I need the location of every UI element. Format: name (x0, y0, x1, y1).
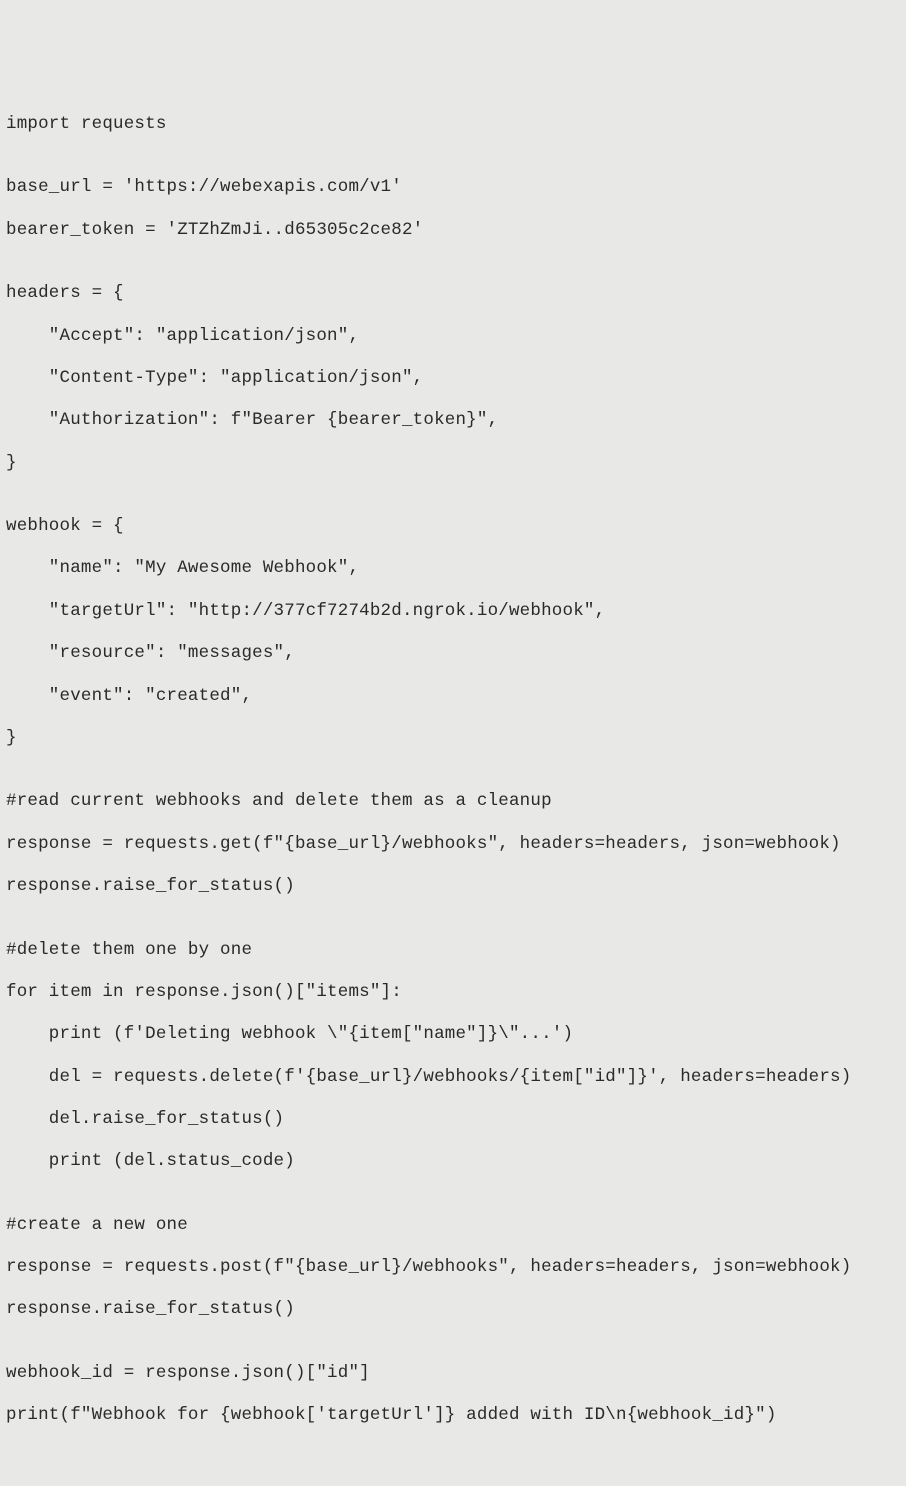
code-line: print(f"Webhook for {webhook['targetUrl'… (6, 1405, 900, 1426)
code-line: del = requests.delete(f'{base_url}/webho… (6, 1067, 900, 1088)
code-line: "targetUrl": "http://377cf7274b2d.ngrok.… (6, 601, 900, 622)
code-line: print (del.status_code) (6, 1151, 900, 1172)
code-line: print (f'Deleting webhook \"{item["name"… (6, 1024, 900, 1045)
code-line: "name": "My Awesome Webhook", (6, 558, 900, 579)
code-line: } (6, 728, 900, 749)
code-line: headers = { (6, 283, 900, 304)
code-line: webhook = { (6, 516, 900, 537)
code-line: bearer_token = 'ZTZhZmJi..d65305c2ce82' (6, 220, 900, 241)
code-line: "Content-Type": "application/json", (6, 368, 900, 389)
code-line: response = requests.get(f"{base_url}/web… (6, 834, 900, 855)
code-line: base_url = 'https://webexapis.com/v1' (6, 177, 900, 198)
code-line: response.raise_for_status() (6, 876, 900, 897)
code-line: "Accept": "application/json", (6, 326, 900, 347)
code-line: "Authorization": f"Bearer {bearer_token}… (6, 410, 900, 431)
code-line: del.raise_for_status() (6, 1109, 900, 1130)
code-line: #delete them one by one (6, 940, 900, 961)
code-line: #create a new one (6, 1215, 900, 1236)
code-line: #read current webhooks and delete them a… (6, 791, 900, 812)
code-line: } (6, 453, 900, 474)
code-line: webhook_id = response.json()["id"] (6, 1363, 900, 1384)
code-line: for item in response.json()["items"]: (6, 982, 900, 1003)
code-line: import requests (6, 114, 900, 135)
code-block: import requests base_url = 'https://webe… (6, 93, 900, 1448)
code-line: "event": "created", (6, 686, 900, 707)
code-line: response.raise_for_status() (6, 1299, 900, 1320)
code-line: "resource": "messages", (6, 643, 900, 664)
code-line: response = requests.post(f"{base_url}/we… (6, 1257, 900, 1278)
